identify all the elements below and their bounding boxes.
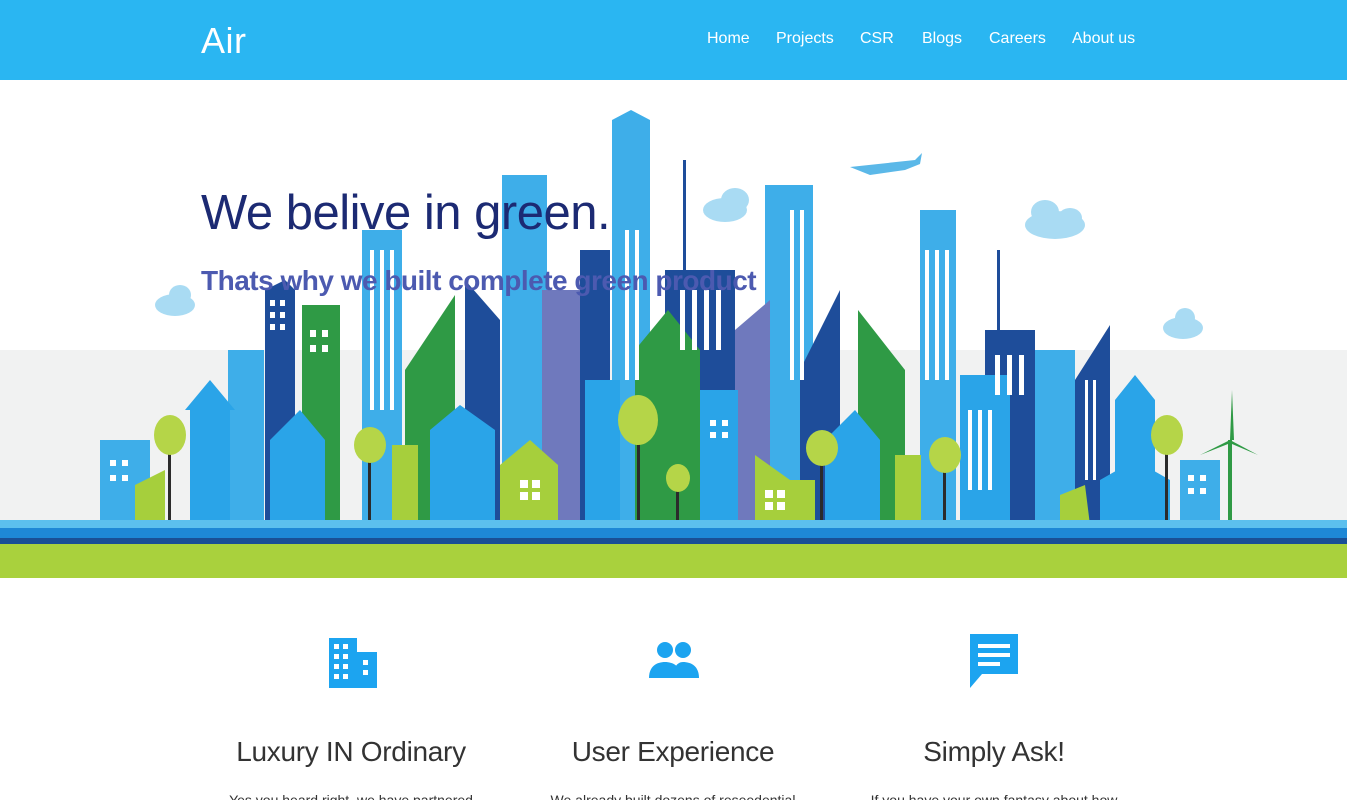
users-icon xyxy=(649,642,699,678)
navbar: Air Home Projects CSR Blogs Careers Abou… xyxy=(0,0,1347,80)
nav-csr[interactable]: CSR xyxy=(860,30,894,48)
hero-title: We belive in green. xyxy=(201,186,611,240)
nav-home[interactable]: Home xyxy=(707,30,750,48)
feature-text: We already built dozens of reseedential xyxy=(550,792,796,800)
feature-luxury: Luxury IN Ordinary Yes you heard right, … xyxy=(191,630,511,800)
main-nav: Home Projects CSR Blogs Careers About us xyxy=(0,30,1347,52)
feature-user-experience: User Experience We already built dozens … xyxy=(513,630,833,800)
feature-title: Simply Ask! xyxy=(923,736,1065,767)
feature-text: If you have your own fantasy about how xyxy=(870,792,1118,800)
chat-icon xyxy=(970,634,1018,688)
feature-text: Yes you heard right, we have partnered xyxy=(229,792,473,800)
hero-subtitle: Thats why we built complete green produc… xyxy=(201,265,757,296)
building-icon xyxy=(329,638,377,688)
feature-title: User Experience xyxy=(571,736,775,767)
hero-banner: We belive in green. Thats why we built c… xyxy=(0,80,1347,578)
nav-careers[interactable]: Careers xyxy=(989,30,1046,48)
feature-title: Luxury IN Ordinary xyxy=(236,736,466,767)
feature-simply-ask: Simply Ask! If you have your own fantasy… xyxy=(834,630,1154,800)
city-skyline-illustration xyxy=(0,110,1347,578)
nav-blogs[interactable]: Blogs xyxy=(922,30,962,48)
nav-about-us[interactable]: About us xyxy=(1072,30,1135,48)
nav-projects[interactable]: Projects xyxy=(776,30,834,48)
